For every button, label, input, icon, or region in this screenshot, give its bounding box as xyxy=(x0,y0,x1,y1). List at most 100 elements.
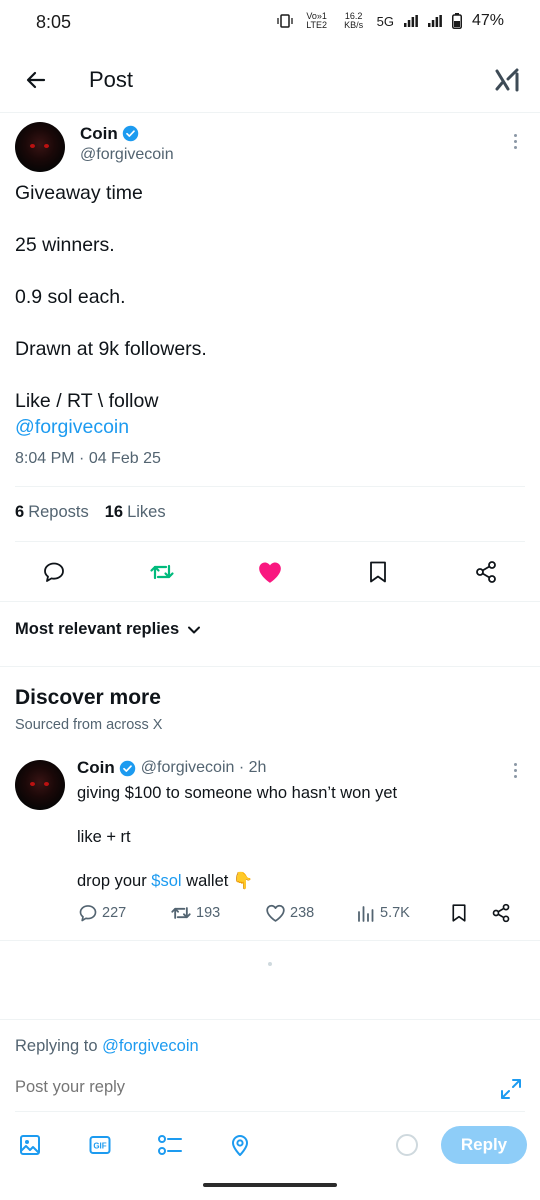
discover-author-name: Coin xyxy=(77,758,115,777)
volte-indicator: Vo»1 LTE2 xyxy=(306,11,328,30)
post-line: 0.9 sol each. xyxy=(15,286,126,308)
discover-share-action[interactable] xyxy=(491,903,511,923)
discover-post-age: 2h xyxy=(248,759,267,776)
repost-action[interactable] xyxy=(148,558,176,586)
discover-author-row[interactable]: Coin @forgivecoin · 2h xyxy=(77,758,266,778)
grok-icon xyxy=(495,68,519,92)
post-line: Drawn at 9k followers. xyxy=(15,338,207,360)
cashtag-link[interactable]: $sol xyxy=(151,872,181,890)
expand-icon xyxy=(501,1079,521,1099)
image-icon xyxy=(20,1135,40,1155)
bookmark-icon xyxy=(452,904,466,922)
share-action[interactable] xyxy=(472,558,500,586)
replying-to-label: Replying to @forgivecoin xyxy=(15,1037,199,1055)
signal-icon xyxy=(403,15,418,27)
discover-repost-count: 193 xyxy=(196,905,221,921)
repost-icon xyxy=(171,907,191,919)
reply-icon xyxy=(44,562,64,582)
discover-action-bar: 227 193 238 5.7K xyxy=(0,900,540,930)
character-count-ring xyxy=(396,1134,418,1156)
discover-reply-count: 227 xyxy=(102,905,127,921)
engagement-stats: 6 Reposts 16 Likes xyxy=(15,503,166,522)
poll-icon xyxy=(158,1135,182,1155)
reply-icon xyxy=(79,905,97,922)
poll-button[interactable] xyxy=(156,1131,184,1159)
views-chart-icon xyxy=(358,906,374,922)
bookmark-icon xyxy=(370,561,386,583)
discover-title: Discover more xyxy=(15,686,161,709)
loading-indicator xyxy=(268,962,272,966)
post-line: Like / RT \ follow xyxy=(15,390,159,412)
top-app-bar: Post xyxy=(0,50,540,112)
replies-sort-label: Most relevant replies xyxy=(15,620,180,638)
header-divider xyxy=(0,112,540,113)
author-avatar[interactable] xyxy=(15,122,65,172)
post-line: Giveaway time xyxy=(15,182,143,204)
heart-filled-icon xyxy=(259,562,281,583)
author-name: Coin xyxy=(80,124,118,143)
discover-divider xyxy=(0,940,540,941)
verified-badge-icon xyxy=(119,760,136,776)
likes-label: Likes xyxy=(127,503,166,521)
post-timestamp: 8:04 PM · 04 Feb 25 xyxy=(15,450,161,467)
likes-stat[interactable]: 16 Likes xyxy=(105,503,166,522)
like-action[interactable] xyxy=(256,558,284,586)
post-more-button[interactable] xyxy=(505,129,525,153)
more-dot-icon xyxy=(513,762,517,766)
battery-icon xyxy=(451,13,462,29)
back-button[interactable] xyxy=(18,62,54,98)
sort-divider xyxy=(0,666,540,667)
post-time: 8:04 PM xyxy=(15,450,75,467)
battery-level: 47% xyxy=(471,12,504,29)
share-icon xyxy=(476,561,496,583)
discover-more-button[interactable] xyxy=(505,758,525,782)
grok-button[interactable] xyxy=(490,62,526,98)
expand-composer-button[interactable] xyxy=(497,1075,525,1103)
status-icons: Vo»1 LTE2 16.2 KB/s 5G 47% xyxy=(276,11,504,30)
home-indicator[interactable] xyxy=(203,1183,337,1187)
reposts-count: 6 xyxy=(15,503,25,521)
reply-submit-button[interactable]: Reply xyxy=(441,1126,527,1164)
network-type: 5G xyxy=(376,13,394,29)
actions-divider xyxy=(0,601,540,602)
replies-sort-dropdown[interactable]: Most relevant replies xyxy=(15,620,201,639)
discover-bookmark-action[interactable] xyxy=(450,903,468,923)
gif-button[interactable]: GIF xyxy=(86,1131,114,1159)
network-speed: 16.2 KB/s xyxy=(344,11,364,30)
back-arrow-icon xyxy=(26,71,46,89)
author-handle[interactable]: @forgivecoin xyxy=(80,146,174,164)
reposts-stat[interactable]: 6 Reposts xyxy=(15,503,89,522)
post-body: Giveaway time 25 winners. 0.9 sol each. … xyxy=(15,180,525,440)
discover-like-count: 238 xyxy=(290,905,315,921)
bookmark-action[interactable] xyxy=(364,558,392,586)
discover-author-handle: @forgivecoin xyxy=(140,759,235,776)
gif-icon: GIF xyxy=(89,1136,111,1154)
post-mention-link[interactable]: @forgivecoin xyxy=(15,416,129,438)
discover-like-action[interactable]: 238 xyxy=(265,903,314,923)
post-action-bar xyxy=(0,552,540,592)
likes-count: 16 xyxy=(104,503,124,521)
discover-reply-action[interactable]: 227 xyxy=(78,903,126,923)
author-name-row[interactable]: Coin xyxy=(80,124,139,144)
status-time: 8:05 xyxy=(36,12,72,32)
media-button[interactable] xyxy=(16,1131,44,1159)
composer-divider xyxy=(15,1111,525,1112)
discover-views-action[interactable]: 5.7K xyxy=(356,903,410,923)
reply-action[interactable] xyxy=(40,558,68,586)
discover-line: drop your $sol wallet 👇 xyxy=(77,872,254,890)
location-button[interactable] xyxy=(226,1131,254,1159)
reply-input[interactable] xyxy=(15,1078,475,1097)
vibrate-icon xyxy=(276,14,293,28)
verified-badge-icon xyxy=(122,125,139,142)
page-title: Post xyxy=(89,67,134,92)
status-bar: 8:05 Vo»1 LTE2 16.2 KB/s 5G 47% xyxy=(0,0,540,46)
discover-avatar[interactable] xyxy=(15,760,65,810)
discover-repost-action[interactable]: 193 xyxy=(170,903,220,923)
reposts-label: Reposts xyxy=(28,503,89,521)
share-icon xyxy=(492,903,510,923)
replying-to-handle[interactable]: @forgivecoin xyxy=(102,1037,199,1055)
heart-icon xyxy=(266,904,285,922)
location-pin-icon xyxy=(232,1135,248,1156)
composer-top-divider xyxy=(0,1019,540,1020)
meta-divider xyxy=(15,486,525,487)
